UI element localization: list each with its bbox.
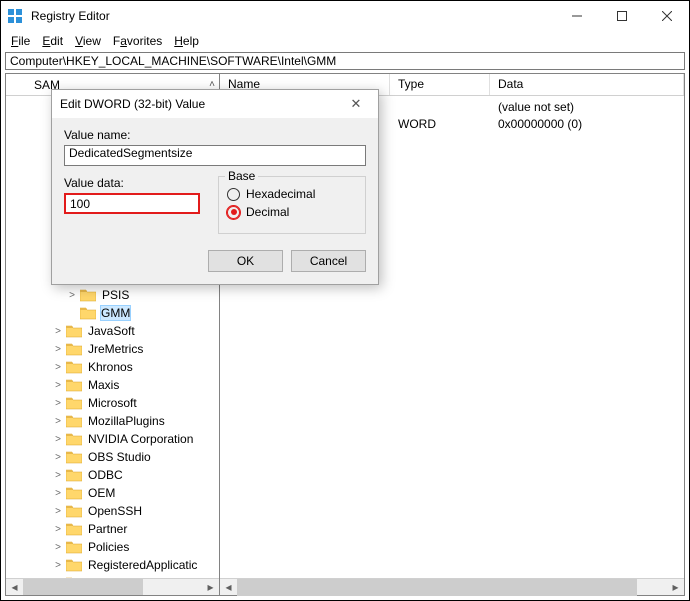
edit-dword-dialog: Edit DWORD (32-bit) Value ✕ Value name: … (51, 89, 379, 285)
cell-type (390, 100, 490, 117)
dialog-close-button[interactable]: ✕ (342, 96, 370, 112)
cell-data: 0x00000000 (0) (490, 117, 684, 134)
tree-item-label: Maxis (88, 378, 119, 392)
maximize-icon (617, 11, 627, 21)
value-data-label: Value data: (64, 176, 200, 190)
tree-item[interactable]: > ODBC (6, 466, 219, 484)
tree-item-label: PSIS (102, 288, 129, 302)
value-name-label: Value name: (64, 128, 366, 142)
list-horizontal-scrollbar[interactable]: ◂ ▸ (220, 578, 684, 595)
menubar: File Edit View Favorites Help (1, 31, 689, 51)
expander-icon[interactable]: > (52, 380, 64, 391)
tree-item[interactable]: > RegisteredApplicatic (6, 556, 219, 574)
regedit-icon (7, 8, 23, 24)
minimize-icon (572, 11, 582, 21)
address-text: Computer\HKEY_LOCAL_MACHINE\SOFTWARE\Int… (10, 54, 336, 68)
tree-item[interactable]: > OpenSSH (6, 502, 219, 520)
dialog-titlebar[interactable]: Edit DWORD (32-bit) Value ✕ (52, 90, 378, 118)
expander-icon[interactable]: > (52, 524, 64, 535)
tree-item-label: Policies (88, 540, 129, 554)
base-group: Base Hexadecimal Decimal (218, 176, 366, 234)
menu-view[interactable]: View (69, 34, 107, 48)
expander-icon[interactable] (66, 308, 78, 319)
scroll-thumb[interactable] (237, 579, 637, 596)
maximize-button[interactable] (599, 1, 644, 31)
scroll-left-icon[interactable]: ◂ (6, 579, 23, 596)
value-data-input[interactable]: 100 (64, 193, 200, 214)
tree-item[interactable]: > OEM (6, 484, 219, 502)
tree-item-label: Microsoft (88, 396, 137, 410)
expander-icon[interactable]: > (52, 488, 64, 499)
expander-icon[interactable]: > (52, 416, 64, 427)
tree-item[interactable]: > JreMetrics (6, 340, 219, 358)
menu-edit[interactable]: Edit (36, 34, 69, 48)
expander-icon[interactable]: > (52, 344, 64, 355)
expander-icon[interactable]: > (52, 434, 64, 445)
tree-item-label: OpenSSH (88, 504, 142, 518)
expander-icon[interactable]: > (52, 398, 64, 409)
expander-icon[interactable]: > (52, 560, 64, 571)
tree-item-label: OBS Studio (88, 450, 151, 464)
value-name-input[interactable]: DedicatedSegmentsize (64, 145, 366, 166)
scroll-right-icon[interactable]: ▸ (202, 579, 219, 596)
radio-icon (227, 206, 240, 219)
tree-item-label: GMM (101, 306, 130, 320)
expander-icon[interactable]: > (52, 326, 64, 337)
menu-help[interactable]: Help (168, 34, 205, 48)
tree-item[interactable]: > Microsoft (6, 394, 219, 412)
tree-item-label: JreMetrics (88, 342, 143, 356)
close-icon (662, 11, 672, 21)
menu-file[interactable]: File (5, 34, 36, 48)
tree-item[interactable]: > MozillaPlugins (6, 412, 219, 430)
tree-item-label: Partner (88, 522, 127, 536)
menu-favorites[interactable]: Favorites (107, 34, 168, 48)
dialog-title: Edit DWORD (32-bit) Value (60, 97, 342, 111)
tree-item[interactable]: > JavaSoft (6, 322, 219, 340)
column-data[interactable]: Data (490, 74, 684, 95)
cell-type: WORD (390, 117, 490, 134)
minimize-button[interactable] (554, 1, 599, 31)
close-button[interactable] (644, 1, 689, 31)
tree-item[interactable]: > Khronos (6, 358, 219, 376)
cancel-button[interactable]: Cancel (291, 250, 366, 272)
tree-item-label: MozillaPlugins (88, 414, 165, 428)
tree-item-label: OEM (88, 486, 115, 500)
address-bar[interactable]: Computer\HKEY_LOCAL_MACHINE\SOFTWARE\Int… (5, 52, 685, 70)
tree-item[interactable]: > NVIDIA Corporation (6, 430, 219, 448)
scroll-right-icon[interactable]: ▸ (667, 579, 684, 596)
expander-icon[interactable]: > (52, 452, 64, 463)
base-legend: Base (225, 169, 258, 183)
tree-item-label: Khronos (88, 360, 133, 374)
column-type[interactable]: Type (390, 74, 490, 95)
tree-item[interactable]: > Policies (6, 538, 219, 556)
expander-icon[interactable]: > (66, 290, 78, 301)
titlebar: Registry Editor (1, 1, 689, 31)
tree-item[interactable]: GMM (6, 304, 219, 322)
tree-item-label: NVIDIA Corporation (88, 432, 193, 446)
cell-data: (value not set) (490, 100, 684, 117)
tree-item-label: RegisteredApplicatic (88, 558, 197, 572)
expander-icon[interactable]: > (52, 470, 64, 481)
ok-button[interactable]: OK (208, 250, 283, 272)
tree-item[interactable]: > PSIS (6, 286, 219, 304)
tree-horizontal-scrollbar[interactable]: ◂ ▸ (6, 578, 219, 595)
radio-icon (227, 188, 240, 201)
scroll-thumb[interactable] (23, 579, 143, 596)
tree-item[interactable]: > Partner (6, 520, 219, 538)
radio-hexadecimal[interactable]: Hexadecimal (227, 187, 357, 201)
tree-item-label: JavaSoft (88, 324, 135, 338)
scroll-left-icon[interactable]: ◂ (220, 579, 237, 596)
tree-item[interactable]: > Maxis (6, 376, 219, 394)
window-title: Registry Editor (31, 9, 554, 23)
tree-item-label: ODBC (88, 468, 123, 482)
radio-decimal[interactable]: Decimal (227, 205, 357, 219)
tree-item[interactable]: > OBS Studio (6, 448, 219, 466)
expander-icon[interactable]: > (52, 542, 64, 553)
expander-icon[interactable]: > (52, 506, 64, 517)
expander-icon[interactable]: > (52, 362, 64, 373)
